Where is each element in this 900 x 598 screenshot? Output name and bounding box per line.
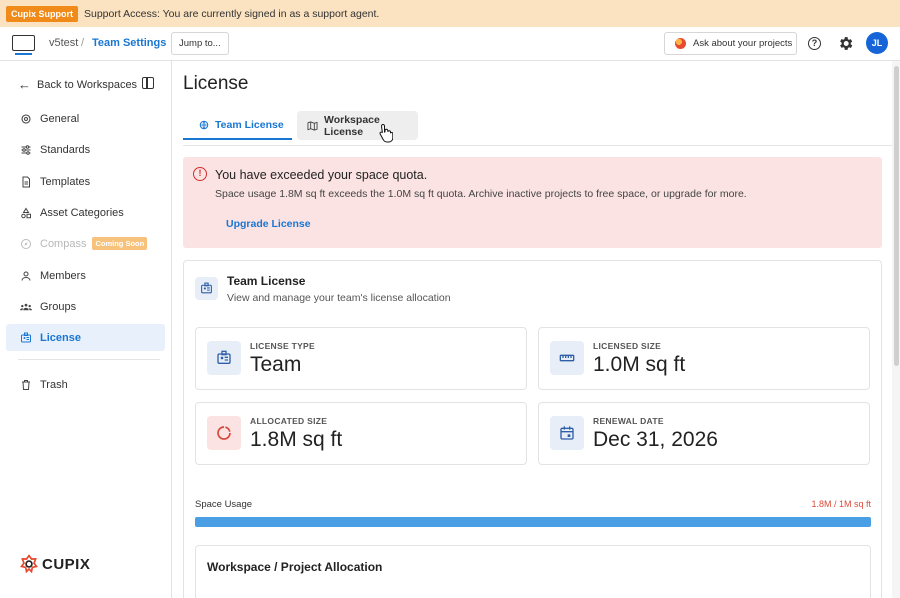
quota-exceeded-alert: ! You have exceeded your space quota. Sp… [183, 157, 882, 248]
cupix-brand: CUPIX [19, 554, 90, 574]
hand-cursor-icon [379, 123, 393, 143]
tab-workspace-license[interactable]: Workspace License [297, 111, 418, 140]
stat-value: Dec 31, 2026 [593, 428, 718, 451]
jump-to-button[interactable]: Jump to... [171, 32, 229, 55]
sliders-icon [20, 144, 32, 156]
back-label: Back to Workspaces [37, 78, 138, 91]
sidebar-item-label: Compass [40, 237, 87, 250]
sidebar-item-license[interactable]: License [6, 324, 165, 351]
sidebar-item-label: Templates [40, 175, 91, 188]
card-subtitle: View and manage your team's license allo… [227, 292, 451, 304]
tab-label: Team License [215, 118, 284, 131]
support-banner-text: Support Access: You are currently signed… [84, 7, 380, 20]
donut-chart-icon [207, 416, 241, 450]
error-icon: ! [193, 167, 207, 181]
sidebar-item-standards[interactable]: Standards [6, 136, 165, 163]
stat-renewal-date: RENEWAL DATE Dec 31, 2026 [538, 402, 870, 465]
space-usage-value: 1.8M / 1M sq ft [811, 499, 871, 509]
document-icon [20, 176, 32, 188]
stat-label: LICENSE TYPE [250, 341, 316, 351]
stat-value: 1.0M sq ft [593, 353, 686, 376]
gear-icon[interactable] [837, 35, 854, 52]
ask-ai-button[interactable]: Ask about your projects [664, 32, 797, 55]
space-usage-bar-fill [195, 517, 871, 527]
stat-licensed-size: LICENSED SIZE 1.0M sq ft [538, 327, 870, 390]
breadcrumb-separator: / [81, 37, 85, 49]
main-content: License Team License Workspace License !… [172, 61, 900, 598]
help-icon[interactable]: ? [808, 37, 821, 50]
trash-icon [20, 379, 32, 391]
sidebar-item-asset-categories[interactable]: Asset Categories [6, 199, 165, 226]
globe-icon [199, 120, 209, 130]
sidebar-item-label: Groups [40, 300, 77, 313]
page-title: License [183, 73, 249, 94]
person-icon [20, 270, 32, 282]
ruler-icon [550, 341, 584, 375]
collapse-sidebar-icon[interactable] [142, 77, 154, 89]
breadcrumb-workspace[interactable]: v5test [49, 37, 78, 49]
sidebar-item-label: Standards [40, 143, 91, 156]
sidebar-item-compass: Compass Coming Soon [6, 230, 165, 257]
map-icon [307, 120, 318, 131]
alert-description: Space usage 1.8M sq ft exceeds the 1.0M … [215, 188, 747, 200]
stat-label: RENEWAL DATE [593, 416, 664, 426]
calendar-icon [550, 416, 584, 450]
stat-value: Team [250, 353, 302, 376]
sidebar-item-trash[interactable]: Trash [6, 371, 165, 398]
scrollbar-thumb[interactable] [894, 66, 899, 366]
coming-soon-badge: Coming Soon [92, 237, 148, 250]
support-badge: Cupix Support [6, 5, 78, 22]
workspace-project-allocation-section: Workspace / Project Allocation [195, 545, 871, 598]
support-banner: Cupix Support Support Access: You are cu… [0, 0, 900, 27]
stat-label: ALLOCATED SIZE [250, 416, 328, 426]
space-usage-label: Space Usage [195, 499, 253, 510]
sidebar-item-label: Asset Categories [40, 206, 124, 219]
ask-ai-label: Ask about your projects [693, 38, 793, 49]
tab-team-license[interactable]: Team License [183, 111, 292, 140]
cupix-logo-icon [20, 554, 38, 574]
card-title: Team License [227, 274, 306, 288]
space-usage-bar [195, 517, 871, 527]
brand-wordmark: CUPIX [42, 555, 91, 573]
sidebar: ← Back to Workspaces General Standards T… [0, 61, 172, 598]
sidebar-divider [18, 359, 160, 360]
breadcrumb-current: Team Settings [92, 37, 167, 49]
sidebar-item-general[interactable]: General [6, 105, 165, 132]
tab-label: Workspace License [324, 113, 380, 138]
stat-value: 1.8M sq ft [250, 428, 343, 451]
team-license-card: Team License View and manage your team's… [183, 260, 882, 598]
id-card-icon [207, 341, 241, 375]
compass-icon [20, 238, 32, 250]
sidebar-item-label: General [40, 112, 80, 125]
tabs-divider [183, 145, 893, 146]
stat-label: LICENSED SIZE [593, 341, 662, 351]
sidebar-item-groups[interactable]: Groups [6, 293, 165, 320]
top-header: v5test / Team Settings Jump to... Ask ab… [0, 27, 900, 61]
shapes-icon [20, 207, 32, 219]
user-avatar[interactable]: JL [866, 32, 888, 54]
upgrade-license-button[interactable]: Upgrade License [226, 218, 311, 230]
stat-allocated-size: ALLOCATED SIZE 1.8M sq ft [195, 402, 527, 465]
stat-license-type: LICENSE TYPE Team [195, 327, 527, 390]
id-card-icon [195, 277, 218, 300]
gear-icon [20, 113, 32, 125]
arrow-left-icon: ← [18, 77, 31, 92]
sidebar-item-templates[interactable]: Templates [6, 168, 165, 195]
back-to-workspaces-link[interactable]: ← Back to Workspaces [18, 77, 137, 92]
app-logo-icon[interactable] [12, 35, 35, 55]
sidebar-item-label: Members [40, 269, 86, 282]
sidebar-item-members[interactable]: Members [6, 262, 165, 289]
id-card-icon [20, 332, 32, 344]
sidebar-item-label: License [40, 331, 81, 344]
group-icon [20, 301, 32, 313]
sparkle-icon [675, 38, 686, 49]
allocation-title: Workspace / Project Allocation [207, 560, 383, 574]
sidebar-item-label: Trash [40, 378, 68, 391]
alert-title: You have exceeded your space quota. [215, 168, 428, 182]
